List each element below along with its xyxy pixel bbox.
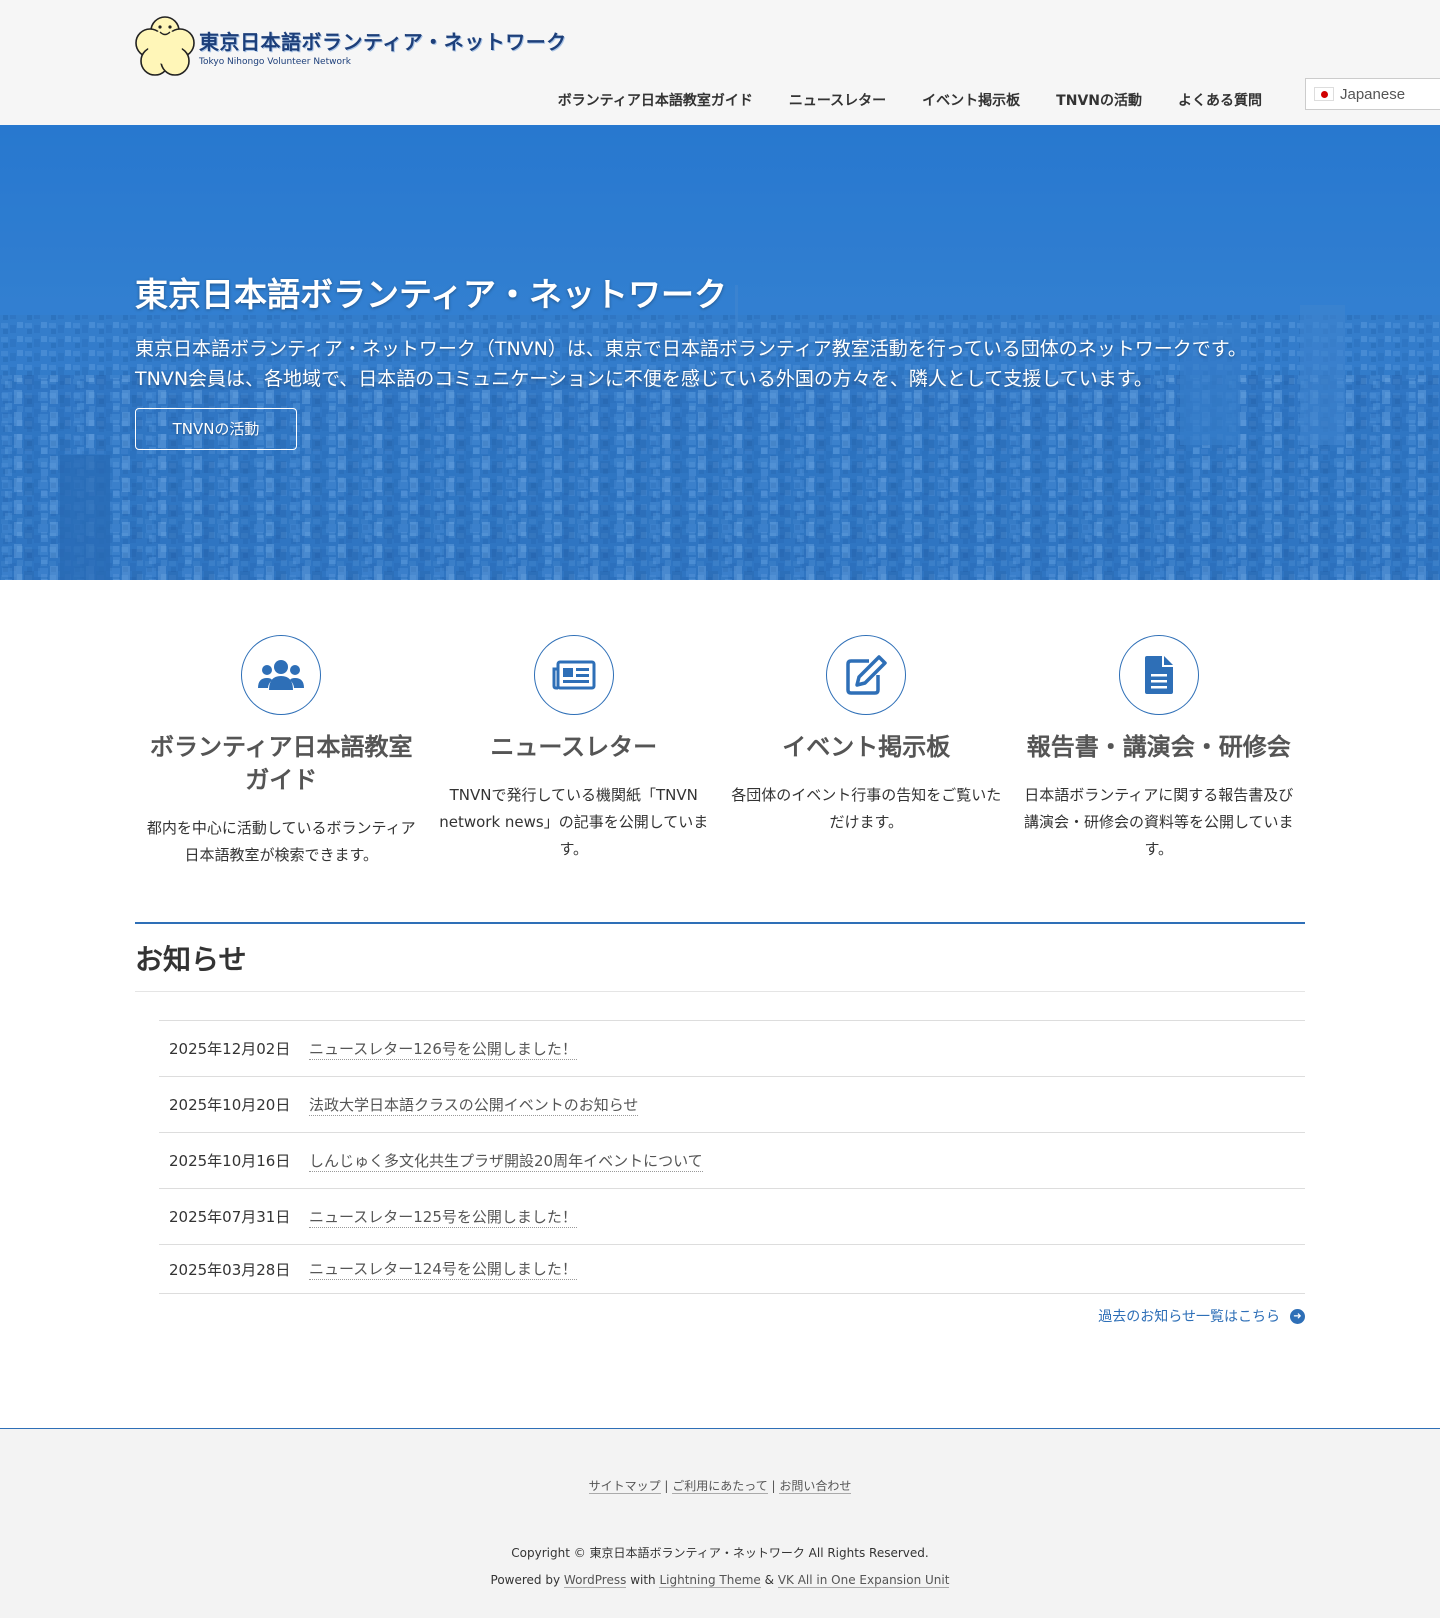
footer-separator: | [664, 1479, 669, 1493]
nav-newsletter[interactable]: ニュースレター [789, 90, 886, 110]
news-date: 2025年03月28日 [169, 1260, 291, 1279]
feature-title[interactable]: イベント掲示板 [730, 731, 1003, 764]
news-list: 2025年12月02日 ニュースレター126号を公開しました！ 2025年10月… [159, 1020, 1305, 1294]
tnvn-activities-button[interactable]: TNVNの活動 [135, 408, 297, 450]
main-nav: ボランティア日本語教室ガイド ニュースレター イベント掲示板 TNVNの活動 よ… [522, 90, 1262, 110]
news-link[interactable]: 法政大学日本語クラスの公開イベントのお知らせ [309, 1094, 639, 1116]
news-date: 2025年07月31日 [169, 1208, 291, 1226]
feature-title[interactable]: ボランティア日本語教室ガイド [145, 731, 418, 797]
site-footer: サイトマップ | ご利用にあたって | お問い合わせ Copyright © 東… [0, 1428, 1440, 1618]
feature-reports[interactable]: 報告書・講演会・研修会 日本語ボランティアに関する報告書及び講演会・研修会の資料… [1013, 635, 1306, 869]
japan-flag-icon [1314, 87, 1334, 101]
hero-banner: 東京日本語ボランティア・ネットワーク 東京日本語ボランティア・ネットワーク（TN… [0, 125, 1440, 580]
feature-newsletter[interactable]: ニュースレター TNVNで発行している機関紙「TNVN network news… [428, 635, 721, 869]
hero-description-line2: TNVN会員は、各地域で、日本語のコミュニケーションに不便を感じている外国の方々… [135, 368, 1153, 390]
feature-icon-circle[interactable] [533, 635, 614, 715]
feature-event-board[interactable]: イベント掲示板 各団体のイベント行事の告知をご覧いただけます。 [720, 635, 1013, 869]
feature-icon-circle[interactable] [1118, 635, 1199, 715]
with-label: with [630, 1573, 656, 1587]
hero-description-line1: 東京日本語ボランティア・ネットワーク（TNVN）は、東京で日本語ボランティア教室… [135, 338, 1247, 360]
nav-faq[interactable]: よくある質問 [1178, 90, 1262, 110]
feature-title[interactable]: 報告書・講演会・研修会 [1023, 731, 1296, 764]
document-icon [1144, 656, 1173, 694]
footer-link-sitemap[interactable]: サイトマップ [588, 1479, 661, 1494]
footer-link-contact[interactable]: お問い合わせ [779, 1479, 852, 1494]
feature-title[interactable]: ニュースレター [438, 731, 711, 764]
news-link[interactable]: しんじゅく多文化共生プラザ開設20周年イベントについて [309, 1150, 703, 1172]
news-link[interactable]: ニュースレター126号を公開しました！ [309, 1038, 577, 1060]
list-item: 2025年03月28日 ニュースレター124号を公開しました！ [159, 1245, 1305, 1294]
news-date: 2025年12月02日 [169, 1040, 291, 1058]
footer-links: サイトマップ | ご利用にあたって | お問い合わせ [0, 1477, 1440, 1494]
news-archive-label: 過去のお知らせ一覧はこちら [1098, 1309, 1280, 1325]
users-icon [258, 660, 305, 690]
feature-description: 都内を中心に活動しているボランティア日本語教室が検索できます。 [146, 819, 416, 864]
news-archive-link[interactable]: 過去のお知らせ一覧はこちら ➜ [1098, 1306, 1305, 1326]
hero-title: 東京日本語ボランティア・ネットワーク [135, 275, 728, 314]
hero-description: 東京日本語ボランティア・ネットワーク（TNVN）は、東京で日本語ボランティア教室… [135, 334, 1247, 394]
lightning-theme-link[interactable]: Lightning Theme [659, 1573, 761, 1588]
list-item: 2025年07月31日 ニュースレター125号を公開しました！ [159, 1189, 1305, 1245]
vk-expansion-unit-link[interactable]: VK All in One Expansion Unit [777, 1573, 950, 1588]
powered-by-label: Powered by [490, 1573, 561, 1587]
news-link[interactable]: ニュースレター124号を公開しました！ [309, 1258, 577, 1280]
nav-classroom-guide[interactable]: ボランティア日本語教室ガイド [558, 90, 753, 110]
wordpress-link[interactable]: WordPress [563, 1573, 627, 1588]
news-heading: お知らせ [135, 924, 1305, 992]
feature-description: TNVNで発行している機関紙「TNVN network news」の記事を公開し… [439, 786, 709, 858]
and-label: & [764, 1573, 774, 1587]
nav-tnvn-activities[interactable]: TNVNの活動 [1056, 90, 1142, 110]
newspaper-icon [552, 660, 596, 690]
feature-description: 各団体のイベント行事の告知をご覧いただけます。 [731, 786, 1002, 831]
list-item: 2025年12月02日 ニュースレター126号を公開しました！ [159, 1021, 1305, 1077]
powered-by-text: Powered by WordPress with Lightning Them… [0, 1573, 1440, 1588]
news-date: 2025年10月20日 [169, 1096, 291, 1114]
language-selector[interactable]: Japanese [1305, 78, 1440, 110]
news-date: 2025年10月16日 [169, 1152, 291, 1170]
site-logo[interactable]: 東京日本語ボランティア・ネットワーク Tokyo Nihongo Volunte… [135, 15, 567, 77]
feature-classroom-guide[interactable]: ボランティア日本語教室ガイド 都内を中心に活動しているボランティア日本語教室が検… [135, 635, 428, 869]
footer-separator: | [771, 1479, 776, 1493]
feature-section: ボランティア日本語教室ガイド 都内を中心に活動しているボランティア日本語教室が検… [135, 635, 1305, 869]
feature-icon-circle[interactable] [826, 635, 907, 715]
site-header: 東京日本語ボランティア・ネットワーク Tokyo Nihongo Volunte… [0, 0, 1440, 125]
feature-icon-circle[interactable] [241, 635, 322, 715]
news-link[interactable]: ニュースレター125号を公開しました！ [309, 1206, 577, 1228]
language-label: Japanese [1340, 85, 1406, 103]
copyright-text: Copyright © 東京日本語ボランティア・ネットワーク All Right… [511, 1546, 929, 1560]
footer-link-terms[interactable]: ご利用にあたって [672, 1479, 768, 1494]
list-item: 2025年10月16日 しんじゅく多文化共生プラザ開設20周年イベントについて [159, 1133, 1305, 1189]
logo-subtitle: Tokyo Nihongo Volunteer Network [199, 56, 351, 67]
flower-mascot-icon [135, 16, 195, 76]
logo-title: 東京日本語ボランティア・ネットワーク [199, 29, 567, 54]
arrow-right-circle-icon: ➜ [1290, 1308, 1305, 1324]
edit-icon [846, 655, 887, 695]
news-section: お知らせ 2025年12月02日 ニュースレター126号を公開しました！ 202… [135, 922, 1305, 1325]
feature-description: 日本語ボランティアに関する報告書及び講演会・研修会の資料等を公開しています。 [1023, 786, 1294, 858]
list-item: 2025年10月20日 法政大学日本語クラスの公開イベントのお知らせ [159, 1077, 1305, 1133]
nav-event-board[interactable]: イベント掲示板 [922, 90, 1020, 110]
